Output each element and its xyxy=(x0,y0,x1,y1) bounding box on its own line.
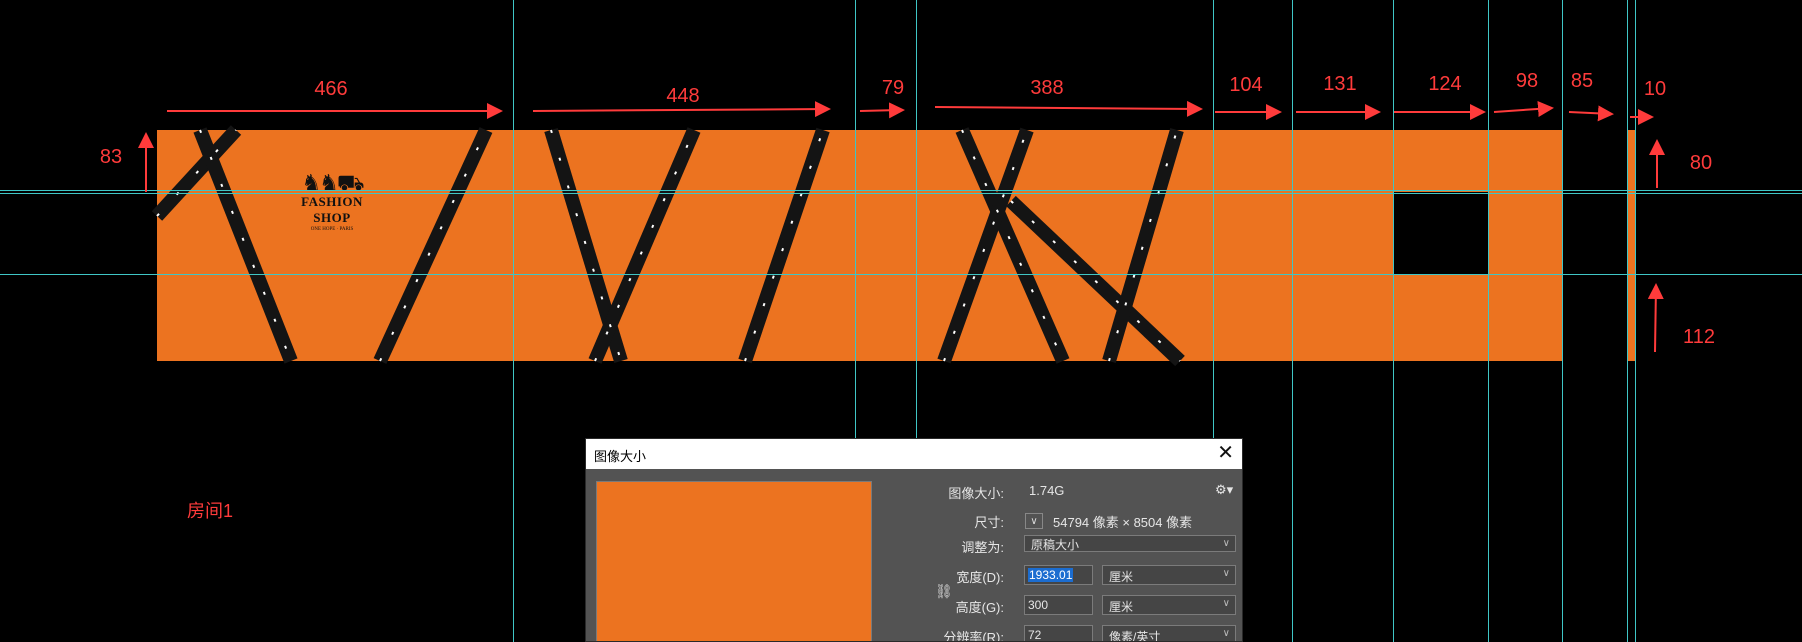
dim-arrow xyxy=(1568,105,1614,122)
dim-label: 388 xyxy=(1030,77,1064,99)
height-label: 高度(G): xyxy=(955,600,1004,615)
dialog-titlebar[interactable]: 图像大小 ✕ xyxy=(586,439,1242,469)
dim-label: 98 xyxy=(1515,70,1539,92)
dim-arrow xyxy=(1493,100,1554,117)
image-preview xyxy=(596,481,872,641)
close-icon[interactable]: ✕ xyxy=(1217,442,1234,464)
dimensions-label: 尺寸: xyxy=(974,515,1004,530)
resolution-label: 分辨率(R): xyxy=(943,630,1004,642)
dim-label: 131 xyxy=(1323,73,1357,95)
dim-label: 10 xyxy=(1643,78,1667,100)
dim-label: 448 xyxy=(666,85,700,107)
dim-arrow xyxy=(934,100,1203,117)
chevron-down-icon[interactable]: ∨ xyxy=(1025,513,1043,529)
width-input[interactable]: 1933.01 xyxy=(1024,565,1093,585)
image-size-value: 1.74G xyxy=(1029,483,1065,498)
gear-icon[interactable]: ⚙▾ xyxy=(1215,482,1233,498)
dim-label: 80 xyxy=(1689,152,1713,174)
height-unit-select[interactable]: 厘米 ∨ xyxy=(1102,595,1236,615)
dim-arrow xyxy=(859,102,905,119)
width-label: 宽度(D): xyxy=(956,570,1004,585)
design-canvas: ♞♞⛟ FASHION SHOP ONE HOPE · PARIS 466 44… xyxy=(0,0,1802,642)
height-input[interactable]: 300 xyxy=(1024,595,1093,615)
dim-label: 466 xyxy=(314,78,348,100)
chevron-down-icon: ∨ xyxy=(1222,598,1230,609)
image-size-dialog: 图像大小 ✕ 图像大小: 1.74G ⚙▾ 尺寸: ∨ 54794 像素 × 8… xyxy=(585,438,1243,642)
fit-to-label: 调整为: xyxy=(961,540,1004,555)
resolution-unit-select[interactable]: 像素/英寸 ∨ xyxy=(1102,625,1236,641)
width-unit-select[interactable]: 厘米 ∨ xyxy=(1102,565,1236,585)
dim-label: 124 xyxy=(1428,73,1462,95)
dim-label: 85 xyxy=(1570,70,1594,92)
chevron-down-icon: ∨ xyxy=(1222,628,1230,639)
resolution-input[interactable]: 72 xyxy=(1024,625,1093,641)
dim-arrow xyxy=(532,101,831,118)
dim-label: 79 xyxy=(881,77,905,99)
chevron-down-icon: ∨ xyxy=(1222,538,1230,549)
dim-label: 83 xyxy=(99,146,123,168)
fit-to-select[interactable]: 原稿大小 ∨ xyxy=(1024,535,1236,552)
dim-label: 112 xyxy=(1683,326,1715,348)
image-size-label: 图像大小: xyxy=(948,486,1004,501)
dim-label: 104 xyxy=(1229,74,1263,96)
dimensions-value: 54794 像素 × 8504 像素 xyxy=(1053,515,1193,530)
dialog-title: 图像大小 xyxy=(594,449,647,464)
room-label: 房间1 xyxy=(187,501,234,521)
dim-arrow xyxy=(1647,283,1664,353)
chevron-down-icon: ∨ xyxy=(1222,568,1230,579)
